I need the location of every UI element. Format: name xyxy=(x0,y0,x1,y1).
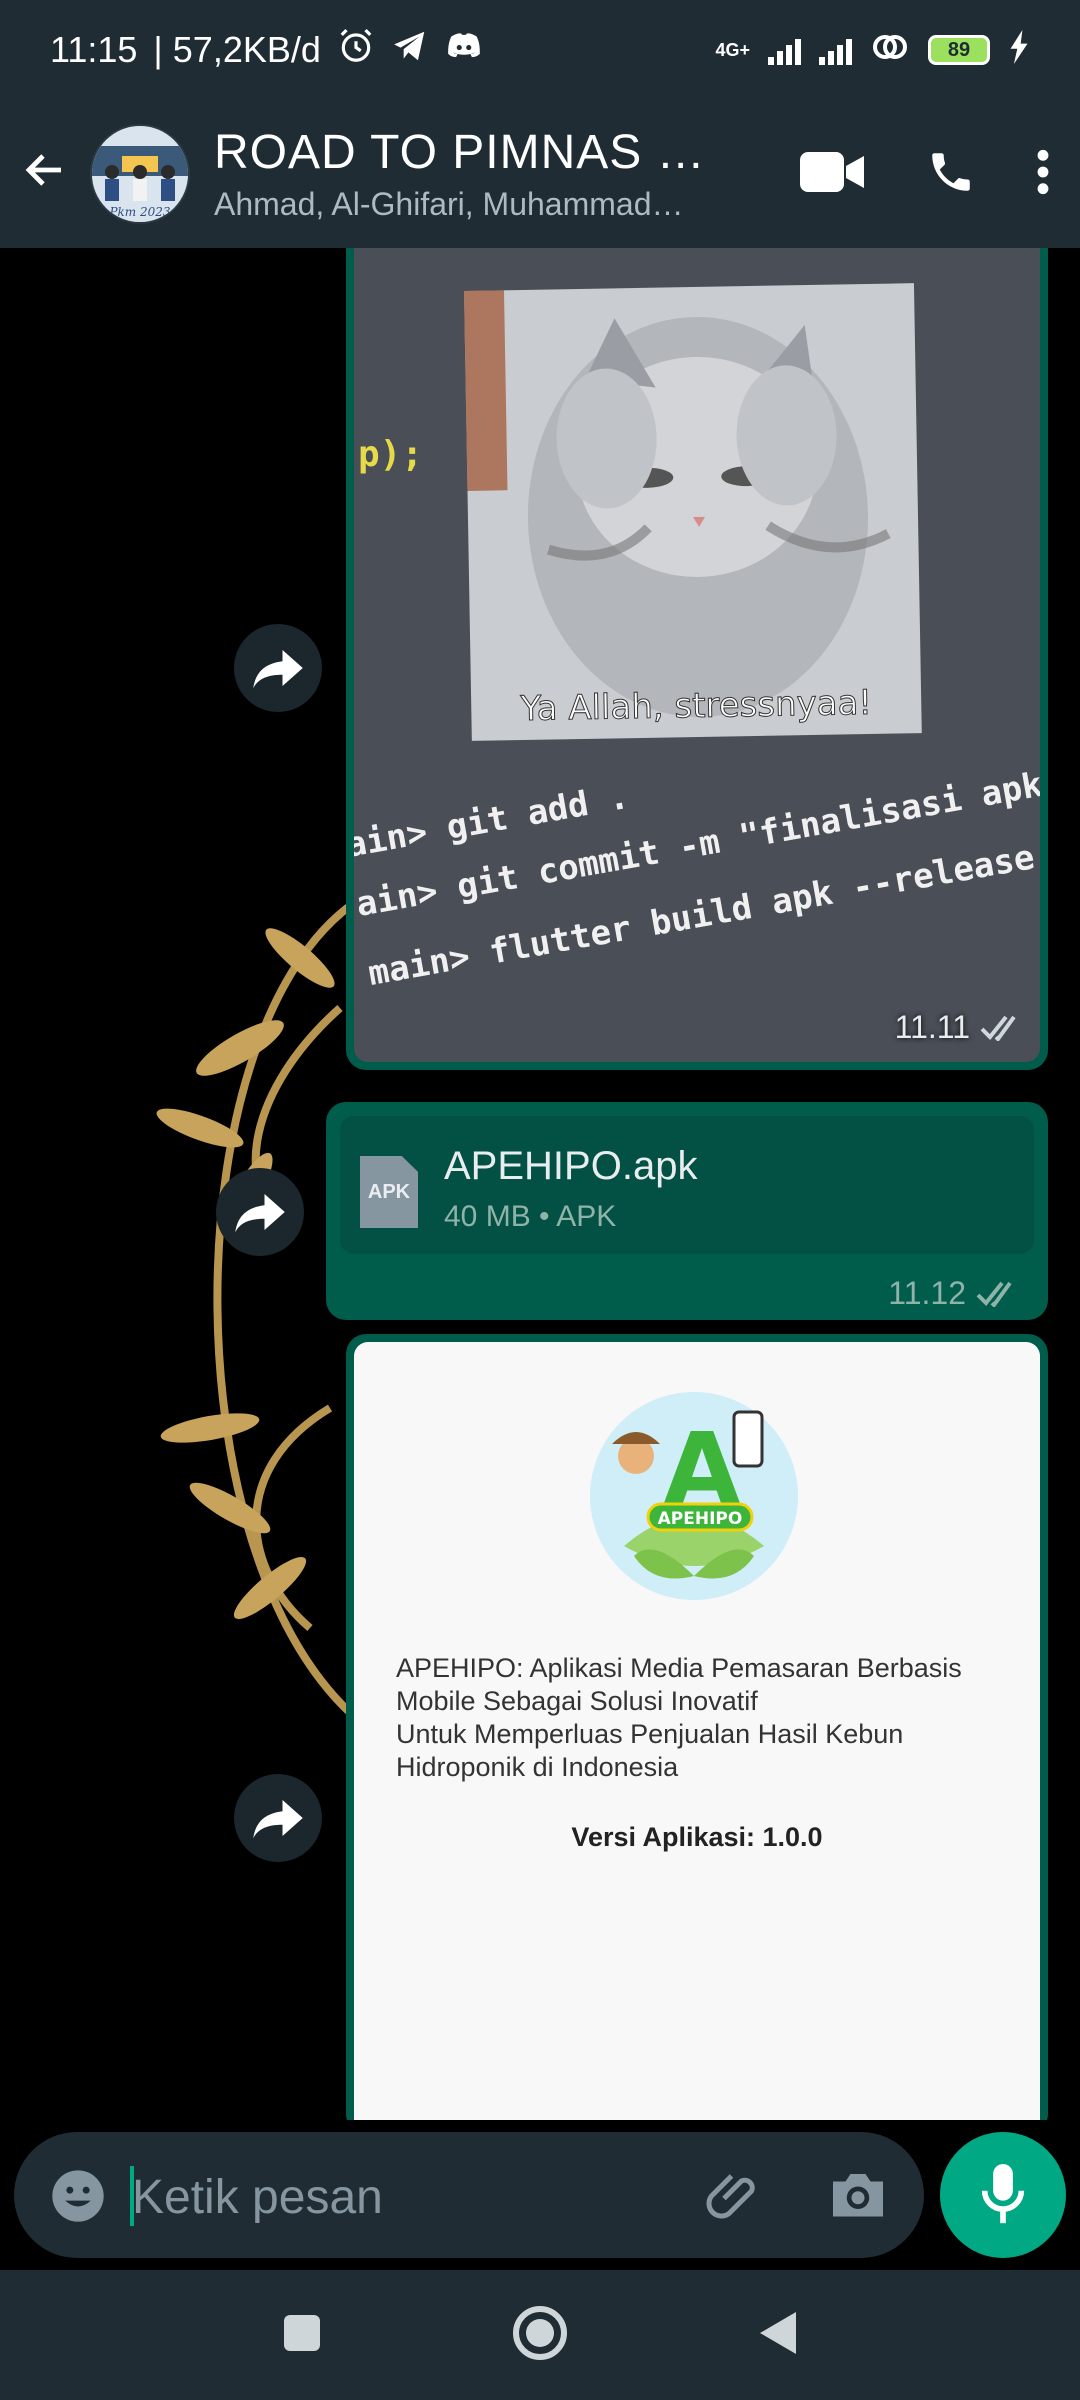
back-arrow-icon[interactable] xyxy=(0,142,90,207)
forward-button[interactable] xyxy=(216,1168,304,1256)
code-line: p); xyxy=(358,434,423,475)
file-message[interactable]: APK APEHIPO.apk 40 MB • APK 11.12 xyxy=(326,1102,1048,1320)
file-name: APEHIPO.apk xyxy=(444,1144,698,1188)
apehipo-logo: A APEHIPO xyxy=(590,1392,798,1600)
discord-icon xyxy=(445,27,483,74)
voice-call-icon[interactable] xyxy=(926,147,976,202)
delivered-ticks-icon xyxy=(976,1281,1012,1307)
forward-icon xyxy=(253,650,303,689)
message-time: 11.12 xyxy=(888,1275,966,1311)
back-nav-icon[interactable] xyxy=(758,2310,798,2361)
message-time: 11.11 xyxy=(894,1009,970,1045)
alarm-icon xyxy=(337,27,375,74)
more-options-icon[interactable] xyxy=(1036,147,1050,202)
forward-icon xyxy=(253,1800,303,1839)
chat-members[interactable]: Ahmad, Al-Ghifari, Muhammad… xyxy=(214,186,714,223)
status-speed: | 57,2KB/d xyxy=(153,29,321,70)
chat-header: Pkm 2023 ROAD TO PIMNAS 2… Ahmad, Al-Ghi… xyxy=(0,100,1080,248)
system-nav-bar xyxy=(0,2270,1080,2400)
recents-icon[interactable] xyxy=(282,2313,322,2358)
microphone-icon xyxy=(981,2164,1025,2224)
message-input[interactable]: Ketik pesan xyxy=(14,2132,924,2258)
image-message[interactable]: Ya Allah, stressnyaa! p); ain> git add .… xyxy=(346,248,1048,1070)
hotspot-icon xyxy=(870,30,910,71)
image-message[interactable]: A APEHIPO APEHIPO: Aplikasi Media Pemasa… xyxy=(346,1334,1048,2120)
forward-button[interactable] xyxy=(234,624,322,712)
status-bar: 11:15 | 57,2KB/d 4G+ 89 xyxy=(0,0,1080,100)
composer-bar: Ketik pesan xyxy=(0,2120,1080,2270)
message-placeholder: Ketik pesan xyxy=(132,2171,383,2224)
app-description: APEHIPO: Aplikasi Media Pemasaran Berbas… xyxy=(396,1653,962,1782)
app-version: Versi Aplikasi: 1.0.0 xyxy=(571,1822,823,1852)
voice-message-button[interactable] xyxy=(940,2132,1066,2258)
meme-image[interactable]: Ya Allah, stressnyaa! p); ain> git add .… xyxy=(354,248,1040,1062)
video-call-icon[interactable] xyxy=(800,150,866,199)
chat-title[interactable]: ROAD TO PIMNAS 2… xyxy=(214,125,714,180)
signal-icon xyxy=(768,35,801,65)
app-info-image[interactable]: A APEHIPO APEHIPO: Aplikasi Media Pemasa… xyxy=(354,1342,1040,2120)
camera-icon[interactable] xyxy=(828,2166,888,2227)
battery-icon: 89 xyxy=(928,35,990,65)
signal-icon xyxy=(819,35,852,65)
forward-icon xyxy=(235,1194,285,1233)
chat-area[interactable]: Ya Allah, stressnyaa! p); ain> git add .… xyxy=(0,248,1080,2120)
status-time: 11:15 xyxy=(50,29,138,70)
meme-caption: Ya Allah, stressnyaa! xyxy=(519,683,872,729)
group-avatar[interactable]: Pkm 2023 xyxy=(90,124,190,224)
message-meta: 11.12 xyxy=(888,1275,1020,1312)
file-meta: 40 MB • APK xyxy=(444,1200,617,1233)
file-card[interactable]: APK APEHIPO.apk 40 MB • APK xyxy=(340,1116,1034,1254)
apk-file-icon: APK xyxy=(360,1156,418,1228)
home-icon[interactable] xyxy=(512,2305,568,2366)
charging-icon xyxy=(1008,29,1030,71)
message-meta: 11.11 xyxy=(895,1009,1024,1046)
read-ticks-icon xyxy=(980,1015,1016,1041)
attach-icon[interactable] xyxy=(704,2166,764,2231)
emoji-icon[interactable] xyxy=(50,2168,106,2229)
telegram-icon xyxy=(391,27,429,74)
network-label: 4G+ xyxy=(715,39,750,60)
forward-button[interactable] xyxy=(234,1774,322,1862)
logo-text: APEHIPO xyxy=(658,1509,743,1529)
avatar-caption: Pkm 2023 xyxy=(108,205,170,219)
